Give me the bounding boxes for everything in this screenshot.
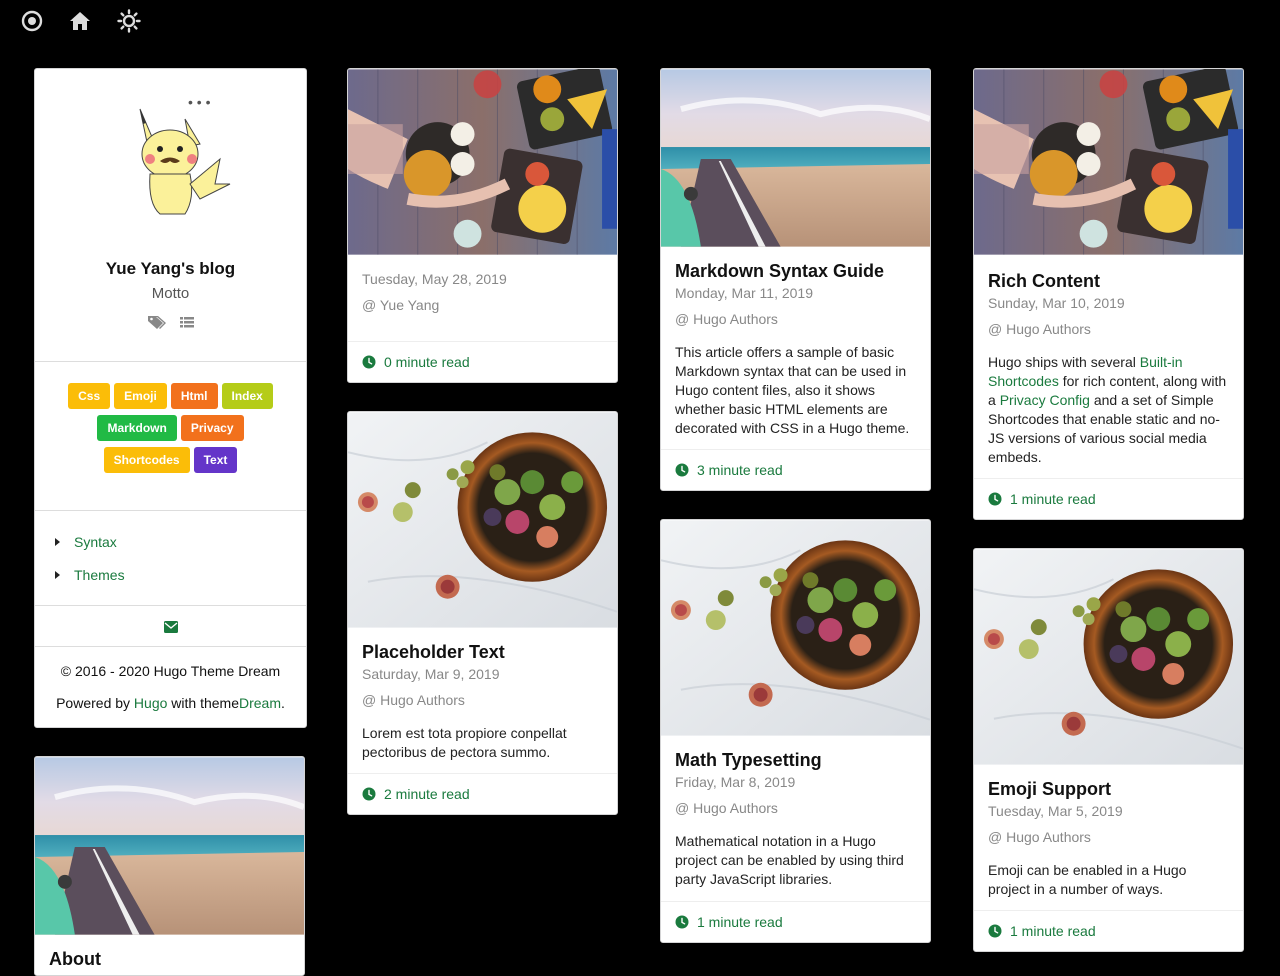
- post-image: [661, 520, 930, 736]
- post-description: Hugo ships with several Built-in Shortco…: [988, 353, 1229, 467]
- clock-icon: [675, 463, 689, 477]
- post-title[interactable]: Rich Content: [988, 269, 1229, 293]
- menu-item-themes[interactable]: Themes: [55, 567, 125, 583]
- post-description: Mathematical notation in a Hugo project …: [675, 833, 904, 887]
- post-author: @ Hugo Authors: [675, 800, 778, 816]
- about-card[interactable]: About: [34, 756, 305, 976]
- motto: Motto: [151, 285, 190, 302]
- about-image: [35, 757, 304, 935]
- avatar: • • •: [120, 89, 235, 229]
- caret-right-icon: [55, 571, 60, 579]
- tag-markdown[interactable]: Markdown: [97, 415, 177, 441]
- tag-css[interactable]: Css: [68, 383, 111, 409]
- post-card[interactable]: Emoji Support Tuesday, Mar 5, 2019 @ Hug…: [973, 548, 1244, 952]
- post-image: [348, 69, 617, 255]
- tag-index[interactable]: Index: [221, 383, 273, 409]
- about-title[interactable]: About: [49, 947, 290, 971]
- top-bar: [0, 0, 1280, 44]
- menu-item-label: Themes: [74, 567, 125, 583]
- post-description: Emoji can be enabled in a Hugo project i…: [988, 862, 1187, 897]
- dream-link[interactable]: Dream: [239, 695, 281, 711]
- post-title[interactable]: Math Typesetting: [675, 748, 916, 772]
- tags-icon[interactable]: [147, 314, 167, 335]
- post-image: [974, 69, 1243, 255]
- read-time-label: 3 minute read: [697, 462, 783, 478]
- powered-mid: with theme: [171, 695, 239, 711]
- post-date: Saturday, Mar 9, 2019: [362, 666, 500, 682]
- read-time: 3 minute read: [661, 449, 930, 490]
- post-card[interactable]: Tuesday, May 28, 2019 @ Yue Yang 0 minut…: [347, 68, 618, 383]
- post-description: This article offers a sample of basic Ma…: [675, 344, 910, 436]
- post-date: Friday, Mar 8, 2019: [675, 774, 796, 790]
- post-card[interactable]: Markdown Syntax Guide Monday, Mar 11, 20…: [660, 68, 931, 491]
- tag-html[interactable]: Html: [170, 383, 218, 409]
- post-title[interactable]: Markdown Syntax Guide: [675, 259, 916, 283]
- menu-item-label: Syntax: [74, 534, 117, 550]
- desc-text: Hugo ships with several: [988, 354, 1136, 370]
- powered-prefix: Powered by: [56, 695, 131, 711]
- post-card[interactable]: Rich Content Sunday, Mar 10, 2019 @ Hugo…: [973, 68, 1244, 520]
- read-time-label: 2 minute read: [384, 786, 470, 802]
- profile-card: • • • Yue Yang's blog Motto Css Emoji Ht…: [34, 68, 307, 728]
- post-title[interactable]: Emoji Support: [988, 777, 1229, 801]
- read-time-label: 0 minute read: [384, 354, 470, 370]
- email-icon[interactable]: [164, 620, 178, 638]
- post-title[interactable]: Placeholder Text: [362, 640, 603, 664]
- clock-icon: [988, 492, 1002, 506]
- read-time: 1 minute read: [974, 910, 1243, 951]
- tag-privacy[interactable]: Privacy: [180, 415, 244, 441]
- powered-by: Powered by Hugo with themeDream.: [35, 695, 306, 711]
- copyright: © 2016 - 2020 Hugo Theme Dream: [60, 663, 281, 679]
- post-date: Sunday, Mar 10, 2019: [988, 295, 1125, 311]
- clock-icon: [675, 915, 689, 929]
- post-image: [974, 549, 1243, 765]
- clock-icon: [988, 924, 1002, 938]
- svg-text:• • •: • • •: [188, 94, 211, 110]
- read-time-label: 1 minute read: [1010, 923, 1096, 939]
- clock-icon: [362, 355, 376, 369]
- post-card[interactable]: Math Typesetting Friday, Mar 8, 2019 @ H…: [660, 519, 931, 943]
- blog-name[interactable]: Yue Yang's blog: [35, 259, 306, 279]
- tag-list: Css Emoji Html Index Markdown Privacy Sh…: [35, 383, 306, 473]
- hugo-link[interactable]: Hugo: [134, 695, 167, 711]
- read-time-label: 1 minute read: [1010, 491, 1096, 507]
- clock-icon: [362, 787, 376, 801]
- privacy-config-link[interactable]: Privacy Config: [1000, 392, 1090, 408]
- post-author: @ Hugo Authors: [988, 829, 1091, 845]
- caret-right-icon: [55, 538, 60, 546]
- tag-text[interactable]: Text: [193, 447, 238, 473]
- post-date: Tuesday, May 28, 2019: [362, 271, 507, 287]
- post-card[interactable]: Placeholder Text Saturday, Mar 9, 2019 @…: [347, 411, 618, 815]
- tag-shortcodes[interactable]: Shortcodes: [103, 447, 190, 473]
- post-image: [661, 69, 930, 247]
- post-author: @ Hugo Authors: [362, 692, 465, 708]
- post-author: @ Hugo Authors: [675, 311, 778, 327]
- post-image: [348, 412, 617, 628]
- menu-item-syntax[interactable]: Syntax: [55, 534, 117, 550]
- post-description: Lorem est tota propiore conpellat pector…: [362, 725, 567, 760]
- post-date: Monday, Mar 11, 2019: [675, 285, 814, 301]
- tag-emoji[interactable]: Emoji: [114, 383, 167, 409]
- read-time-label: 1 minute read: [697, 914, 783, 930]
- list-icon[interactable]: [179, 314, 195, 335]
- powered-suffix: .: [281, 695, 285, 711]
- post-author: @ Yue Yang: [362, 297, 440, 313]
- home-icon[interactable]: [67, 8, 93, 34]
- read-time: 2 minute read: [348, 773, 617, 814]
- read-time: 1 minute read: [661, 901, 930, 942]
- post-author: @ Hugo Authors: [988, 321, 1091, 337]
- post-date: Tuesday, Mar 5, 2019: [988, 803, 1123, 819]
- sun-icon[interactable]: [116, 8, 142, 34]
- read-time: 0 minute read: [348, 341, 617, 382]
- read-time: 1 minute read: [974, 478, 1243, 519]
- target-icon[interactable]: [19, 8, 45, 34]
